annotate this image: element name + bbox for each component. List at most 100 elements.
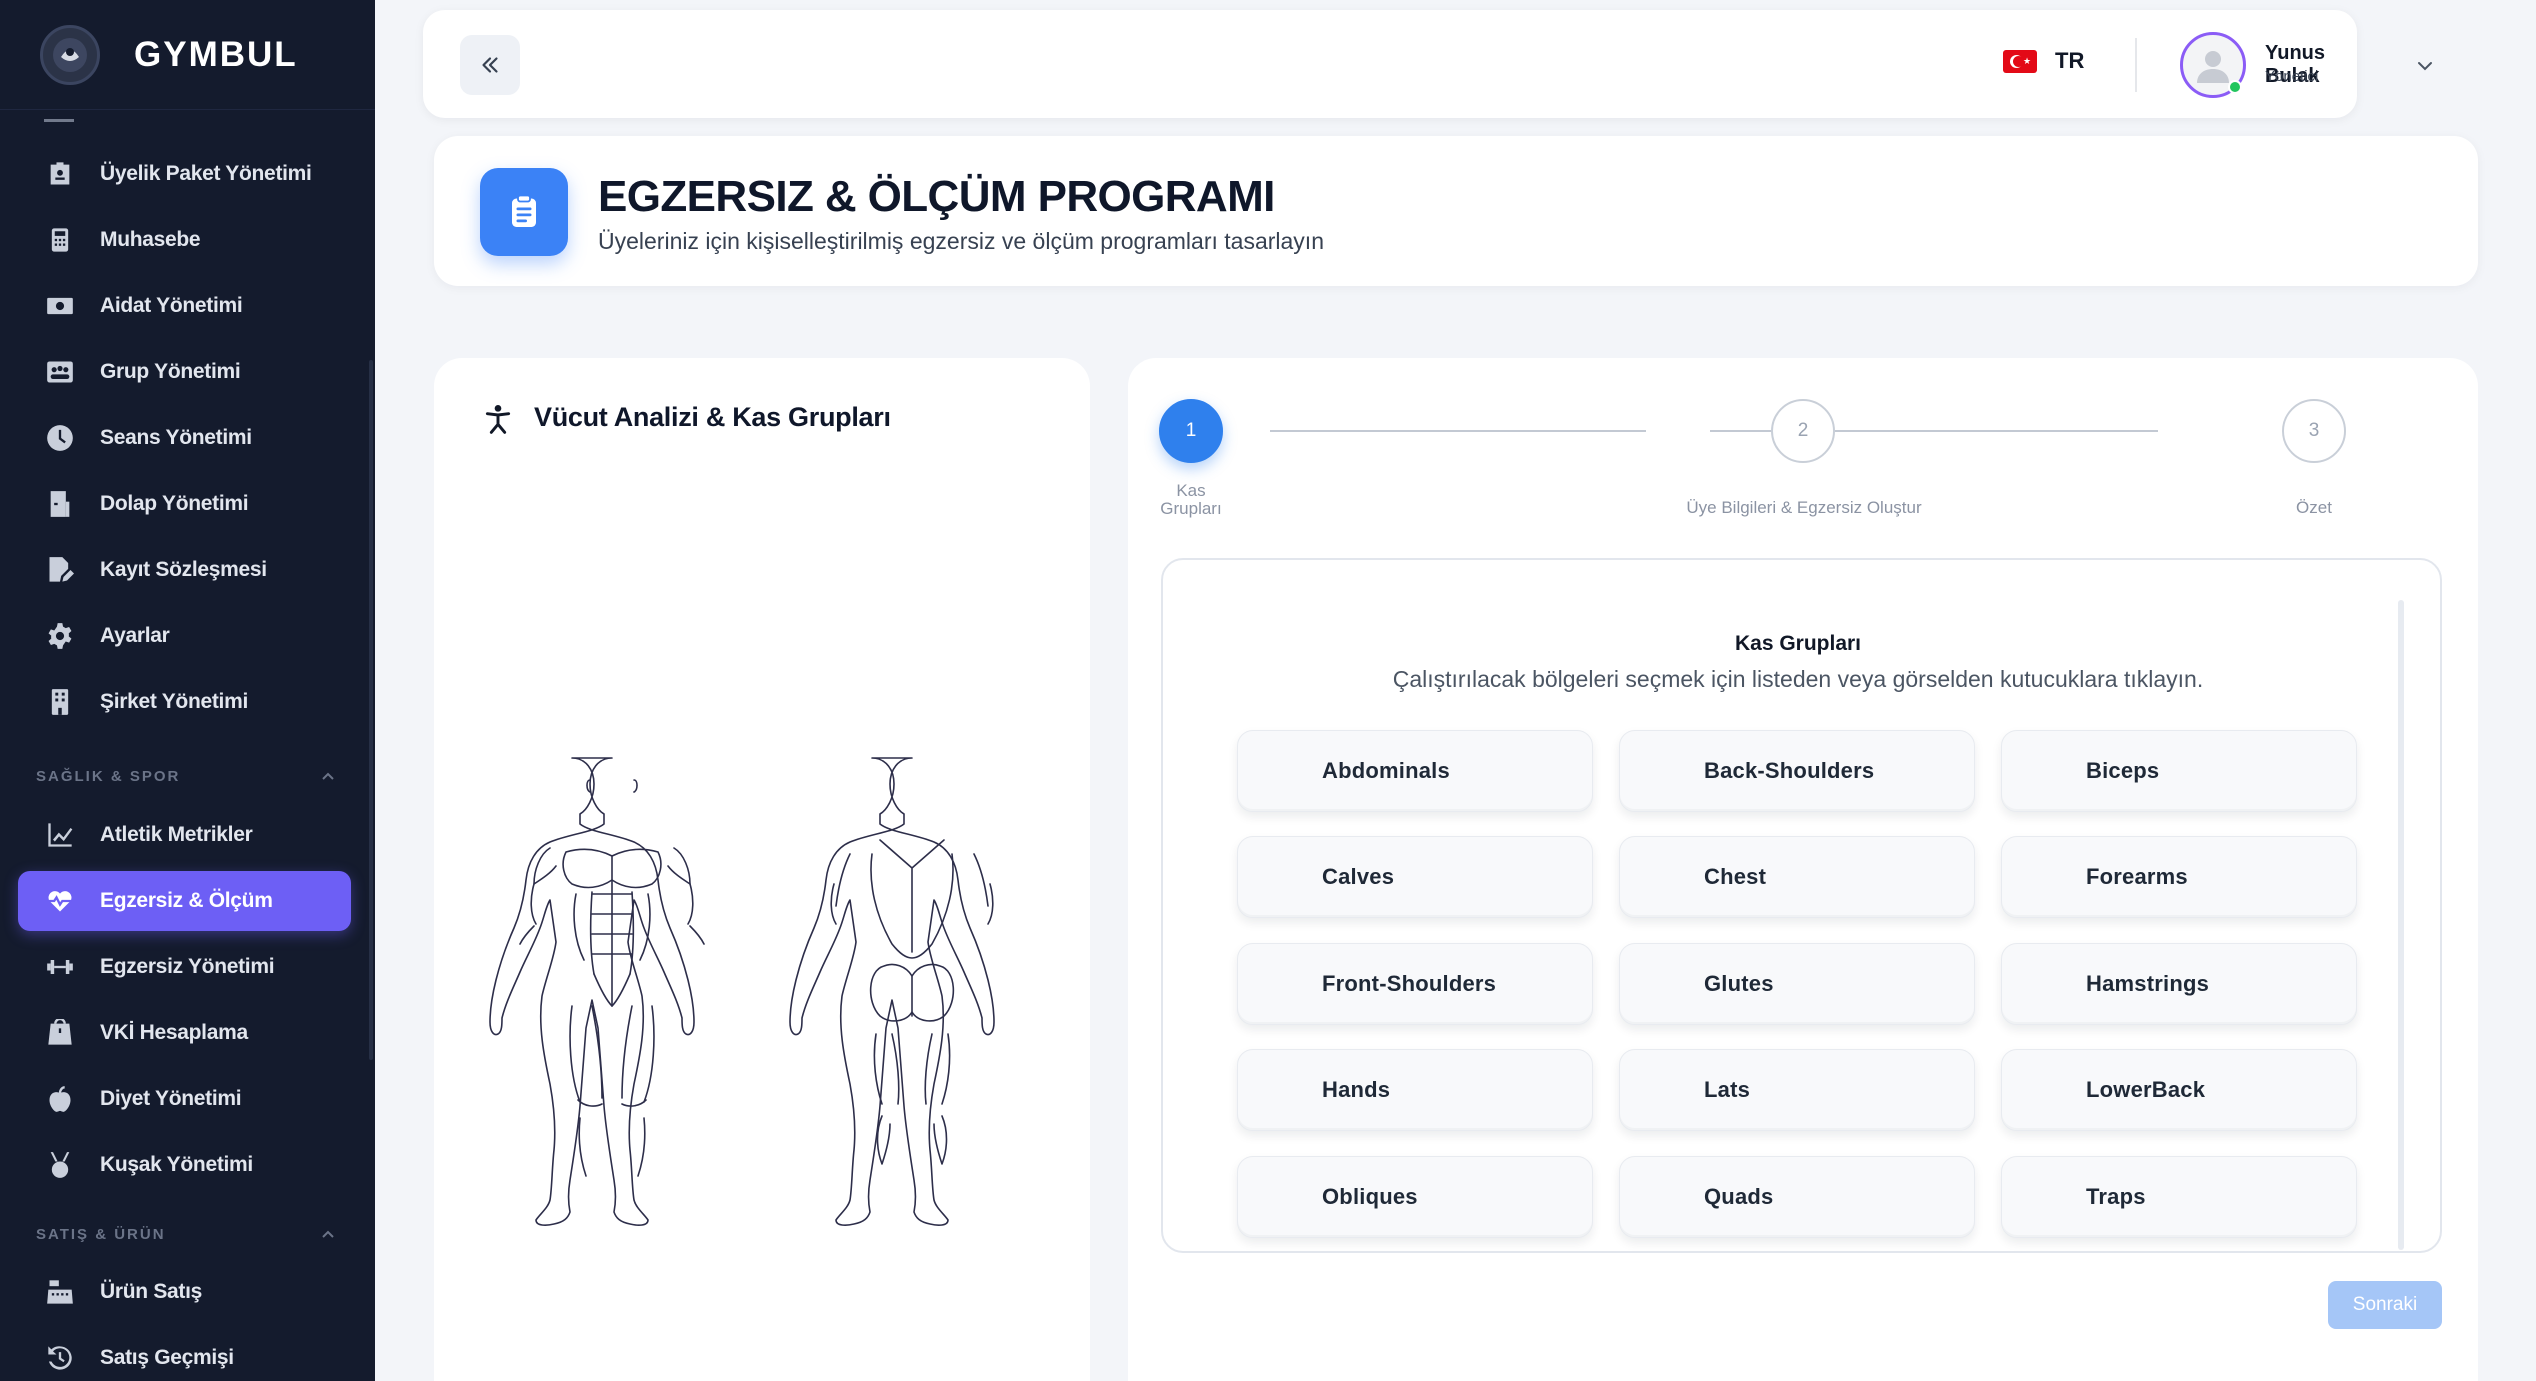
sidebar-item-sirket[interactable]: Şirket Yönetimi: [18, 672, 351, 732]
wizard-panel: 1 2 3 Kas Grupları Üye Bilgileri & Egzer…: [1128, 358, 2478, 1381]
muscle-option-back-shoulders[interactable]: Back-Shoulders: [1619, 730, 1975, 812]
section-subtitle: Çalıştırılacak bölgeleri seçmek için lis…: [1392, 666, 2204, 692]
step-3-label: Özet: [2296, 498, 2332, 517]
sidebar-item-label: Ayarlar: [100, 624, 170, 647]
sidebar-item-atletik-metrikler[interactable]: Atletik Metrikler: [18, 805, 351, 865]
step-1-circle[interactable]: 1: [1159, 399, 1223, 463]
money-icon: [44, 290, 76, 322]
sidebar-item-muhasebe[interactable]: Muhasebe: [18, 210, 351, 270]
body-back[interactable]: [789, 757, 995, 1226]
user-silhouette-icon: [2197, 51, 2229, 83]
chevron-down-icon[interactable]: [2413, 54, 2437, 78]
section-title: Kas Grupları: [1734, 632, 1862, 655]
scrollbar[interactable]: [2398, 600, 2404, 1250]
page-title: EGZERSIZ & ÖLÇÜM PROGRAMI: [598, 172, 1275, 221]
collapse-sidebar-button[interactable]: [460, 35, 520, 95]
body-front[interactable]: [489, 757, 705, 1226]
locker-icon: [44, 488, 76, 520]
divider: [2135, 38, 2137, 92]
apple-icon: [44, 1083, 76, 1115]
turkey-flag-icon: ★: [2003, 49, 2037, 73]
body-analysis-panel: Vücut Analizi & Kas Grupları: [434, 358, 1090, 1381]
sidebar-item-diyet[interactable]: Diyet Yönetimi: [18, 1069, 351, 1129]
sidebar-item-uyelik-paket[interactable]: Üyelik Paket Yönetimi: [18, 144, 351, 204]
sidebar-item-label: Seans Yönetimi: [100, 426, 252, 449]
calculator-icon: [44, 224, 76, 256]
sidebar-item-urun-satis[interactable]: Ürün Satış: [18, 1262, 351, 1322]
language-selector[interactable]: ★ TR: [2003, 48, 2084, 74]
next-button[interactable]: Sonraki: [2328, 1281, 2442, 1329]
avatar[interactable]: [2180, 32, 2246, 98]
sidebar-item-egzersiz-olcum[interactable]: Egzersiz & Ölçüm: [18, 871, 351, 931]
id-card-icon: [44, 158, 76, 190]
muscle-option-hamstrings[interactable]: Hamstrings: [2001, 943, 2357, 1025]
muscle-option-front-shoulders[interactable]: Front-Shoulders: [1237, 943, 1593, 1025]
page-header: EGZERSIZ & ÖLÇÜM PROGRAMI Üyeleriniz içi…: [434, 136, 2478, 286]
muscle-option-calves[interactable]: Calves: [1237, 836, 1593, 918]
sidebar-item-seans[interactable]: Seans Yönetimi: [18, 408, 351, 468]
step-1-label-line2: Grupları: [1160, 499, 1222, 518]
step-3-circle[interactable]: 3: [2282, 399, 2346, 463]
sidebar: GYMBUL Üyelik Paket Yönetimi Muhasebe Ai…: [0, 0, 375, 1381]
gear-icon: [44, 620, 76, 652]
muscle-option-hands[interactable]: Hands: [1237, 1049, 1593, 1131]
step-1-label-line1: Kas: [1176, 481, 1206, 500]
section-label: SAĞLIK & SPOR: [36, 768, 181, 785]
sidebar-item-label: Kayıt Sözleşmesi: [100, 558, 267, 581]
user-role: Yönetici: [2265, 68, 2319, 85]
sidebar-item-label: VKİ Hesaplama: [100, 1021, 248, 1044]
chevrons-left-icon: [482, 57, 498, 73]
section-title-saglik-spor[interactable]: SAĞLIK & SPOR: [36, 768, 336, 785]
muscle-option-quads[interactable]: Quads: [1619, 1156, 1975, 1238]
sidebar-item-aidat[interactable]: Aidat Yönetimi: [18, 276, 351, 336]
clipboard-list-icon: [480, 168, 568, 256]
muscle-option-biceps[interactable]: Biceps: [2001, 730, 2357, 812]
sidebar-scrollbar[interactable]: [369, 360, 373, 1060]
sidebar-item-satis-gecmisi[interactable]: Satış Geçmişi: [18, 1328, 351, 1381]
building-icon: [44, 686, 76, 718]
sidebar-item-label: Şirket Yönetimi: [100, 690, 248, 713]
group-icon: [44, 356, 76, 388]
language-code: TR: [2055, 48, 2085, 73]
brand[interactable]: GYMBUL: [0, 0, 375, 110]
step-2-circle[interactable]: 2: [1771, 399, 1835, 463]
muscle-body-map[interactable]: [480, 744, 1046, 1264]
chart-line-icon: [44, 819, 76, 851]
clock-icon: [44, 422, 76, 454]
muscle-group-selector: Kas Grupları Çalıştırılacak bölgeleri se…: [1161, 558, 2442, 1253]
sidebar-item-label: Aidat Yönetimi: [100, 294, 243, 317]
muscle-option-abdominals[interactable]: Abdominals: [1237, 730, 1593, 812]
sidebar-item-dolap[interactable]: Dolap Yönetimi: [18, 474, 351, 534]
muscle-option-obliques[interactable]: Obliques: [1237, 1156, 1593, 1238]
sidebar-item-kusak[interactable]: Kuşak Yönetimi: [18, 1135, 351, 1195]
brand-name: GYMBUL: [134, 34, 298, 74]
panel-title: Vücut Analizi & Kas Grupları: [534, 402, 891, 432]
sidebar-item-kayit-sozlesmesi[interactable]: Kayıt Sözleşmesi: [18, 540, 351, 600]
page-subtitle: Üyeleriniz için kişiselleştirilmiş egzer…: [598, 228, 1324, 254]
sidebar-item-ayarlar[interactable]: Ayarlar: [18, 606, 351, 666]
sidebar-item-egzersiz-yonetimi[interactable]: Egzersiz Yönetimi: [18, 937, 351, 997]
sidebar-item-vki-hesaplama[interactable]: VKİ Hesaplama: [18, 1003, 351, 1063]
weight-icon: [44, 1017, 76, 1049]
sidebar-item-grup[interactable]: Grup Yönetimi: [18, 342, 351, 402]
stepper-connector: [1270, 430, 1646, 432]
chevron-up-icon: [322, 1230, 334, 1238]
muscle-option-glutes[interactable]: Glutes: [1619, 943, 1975, 1025]
sidebar-item-label: Atletik Metrikler: [100, 823, 253, 846]
muscle-option-chest[interactable]: Chest: [1619, 836, 1975, 918]
section-title-satis-urun[interactable]: SATIŞ & ÜRÜN: [36, 1226, 336, 1243]
muscle-option-lats[interactable]: Lats: [1619, 1049, 1975, 1131]
muscle-option-lowerback[interactable]: LowerBack: [2001, 1049, 2357, 1131]
gym-logo-icon: [40, 24, 100, 85]
history-icon: [44, 1342, 76, 1374]
person-activity-icon: [485, 405, 511, 434]
belt-medal-icon: [44, 1149, 76, 1181]
muscle-option-traps[interactable]: Traps: [2001, 1156, 2357, 1238]
chevron-up-icon: [322, 772, 334, 780]
sidebar-item-label: Muhasebe: [100, 228, 201, 251]
section-label: SATIŞ & ÜRÜN: [36, 1226, 166, 1243]
muscle-option-forearms[interactable]: Forearms: [2001, 836, 2357, 918]
sidebar-item-label: Dolap Yönetimi: [100, 492, 249, 515]
step-2-label: Üye Bilgileri & Egzersiz Oluştur: [1686, 498, 1922, 517]
sidebar-item-label: Diyet Yönetimi: [100, 1087, 242, 1110]
